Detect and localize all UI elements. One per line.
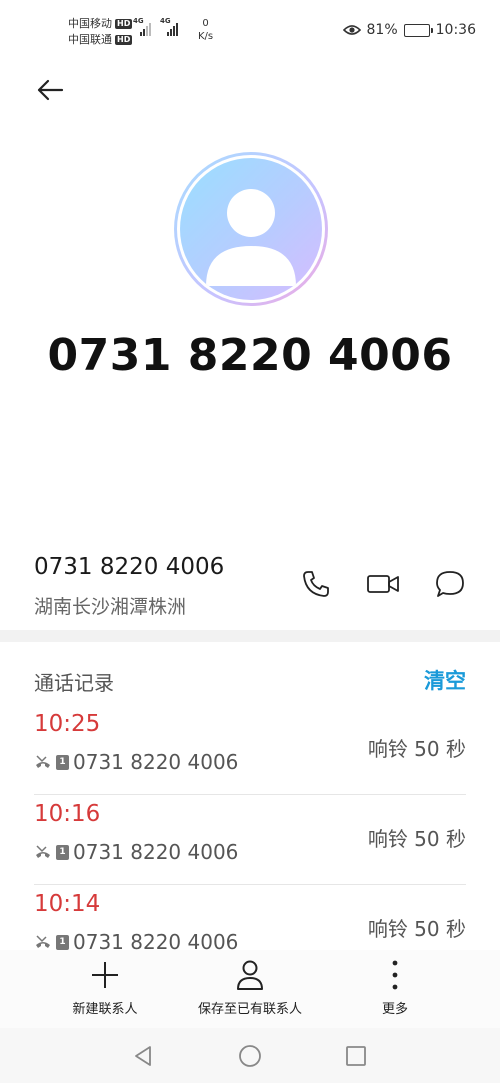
page-title: 0731 8220 4006 <box>47 330 453 381</box>
call-button[interactable] <box>298 566 334 602</box>
network-tag: 4G <box>160 17 171 25</box>
call-log-title: 通话记录 <box>34 671 114 695</box>
carrier-info: 中国移动 HD 中国联通 HD <box>68 16 133 48</box>
avatar[interactable] <box>174 152 328 306</box>
more-button[interactable]: 更多 <box>320 956 470 1017</box>
call-time: 10:16 <box>34 801 101 827</box>
contact-number[interactable]: 0731 8220 4006 <box>34 554 224 580</box>
call-duration: 响铃 50 秒 <box>367 827 466 851</box>
person-icon <box>206 189 296 286</box>
battery-icon <box>403 23 433 37</box>
network-tag: 4G <box>133 17 144 25</box>
missed-call-icon <box>36 755 50 768</box>
clear-button[interactable]: 清空 <box>424 665 466 695</box>
call-log-item[interactable]: 10:16 1 0731 8220 4006 响铃 50 秒 <box>34 795 466 885</box>
person-outline-icon <box>237 960 263 990</box>
phone-icon <box>303 571 329 597</box>
clock: 10:36 <box>435 22 476 38</box>
call-number: 0731 8220 4006 <box>73 750 239 774</box>
plus-icon <box>92 962 118 988</box>
battery-percent: 81% <box>366 22 398 38</box>
nav-recents-button[interactable] <box>342 1042 370 1070</box>
more-vertical-icon <box>392 960 398 990</box>
save-to-existing-label: 保存至已有联系人 <box>197 1002 302 1017</box>
message-button[interactable] <box>432 566 468 602</box>
signal-icon: 4G <box>160 17 178 36</box>
signal-indicators: 4G 4G <box>133 17 178 36</box>
chat-bubble-icon <box>436 571 464 597</box>
call-time: 10:25 <box>34 711 101 737</box>
back-button[interactable] <box>30 70 70 110</box>
call-log-list: 10:25 1 0731 8220 4006 响铃 50 秒 10:16 1 0… <box>34 705 466 975</box>
carrier-2-label: 中国联通 <box>68 33 112 46</box>
call-log-item[interactable]: 10:25 1 0731 8220 4006 响铃 50 秒 <box>34 705 466 795</box>
contact-row: 0731 8220 4006 湖南长沙湘潭株洲 <box>0 548 500 628</box>
call-duration: 响铃 50 秒 <box>367 917 466 941</box>
contact-location: 湖南长沙湘潭株洲 <box>34 596 187 618</box>
call-number: 0731 8220 4006 <box>73 840 239 864</box>
net-speed: 0 K/s <box>198 17 213 43</box>
nav-back-button[interactable] <box>129 1042 157 1070</box>
bottom-action-bar: 新建联系人 保存至已有联系人 更多 <box>0 950 500 1028</box>
more-label: 更多 <box>381 1002 408 1017</box>
arrow-left-icon <box>37 79 64 101</box>
carrier-1-label: 中国移动 <box>68 17 112 30</box>
call-duration: 响铃 50 秒 <box>367 737 466 761</box>
hd-badge: HD <box>115 35 133 45</box>
video-call-button[interactable] <box>365 566 401 602</box>
net-speed-unit: K/s <box>198 31 214 42</box>
sim-badge: 1 <box>56 754 69 770</box>
nav-home-button[interactable] <box>236 1042 264 1070</box>
system-navigation-bar <box>0 1028 500 1083</box>
net-speed-value: 0 <box>202 18 209 29</box>
missed-call-icon <box>36 935 50 948</box>
signal-icon: 4G <box>133 17 151 36</box>
save-to-existing-button[interactable]: 保存至已有联系人 <box>175 956 325 1017</box>
status-right: 81% 10:36 <box>342 22 476 38</box>
eye-icon <box>342 25 361 35</box>
new-contact-button[interactable]: 新建联系人 <box>30 956 180 1017</box>
section-divider <box>0 630 500 642</box>
hd-badge: HD <box>115 19 133 29</box>
circle-home-icon <box>239 1045 261 1067</box>
new-contact-label: 新建联系人 <box>72 1002 138 1017</box>
sim-badge: 1 <box>56 844 69 860</box>
triangle-back-icon <box>135 1046 151 1066</box>
call-time: 10:14 <box>34 891 101 917</box>
sim-badge: 1 <box>56 934 69 950</box>
missed-call-icon <box>36 845 50 858</box>
square-recents-icon <box>346 1046 366 1066</box>
status-bar: 中国移动 HD 中国联通 HD 4G 4G 0 K/s 81% 10:36 <box>0 0 500 60</box>
call-detail-screen: 中国移动 HD 中国联通 HD 4G 4G 0 K/s 81% 10:36 07… <box>0 0 500 1083</box>
video-camera-icon <box>367 575 399 593</box>
